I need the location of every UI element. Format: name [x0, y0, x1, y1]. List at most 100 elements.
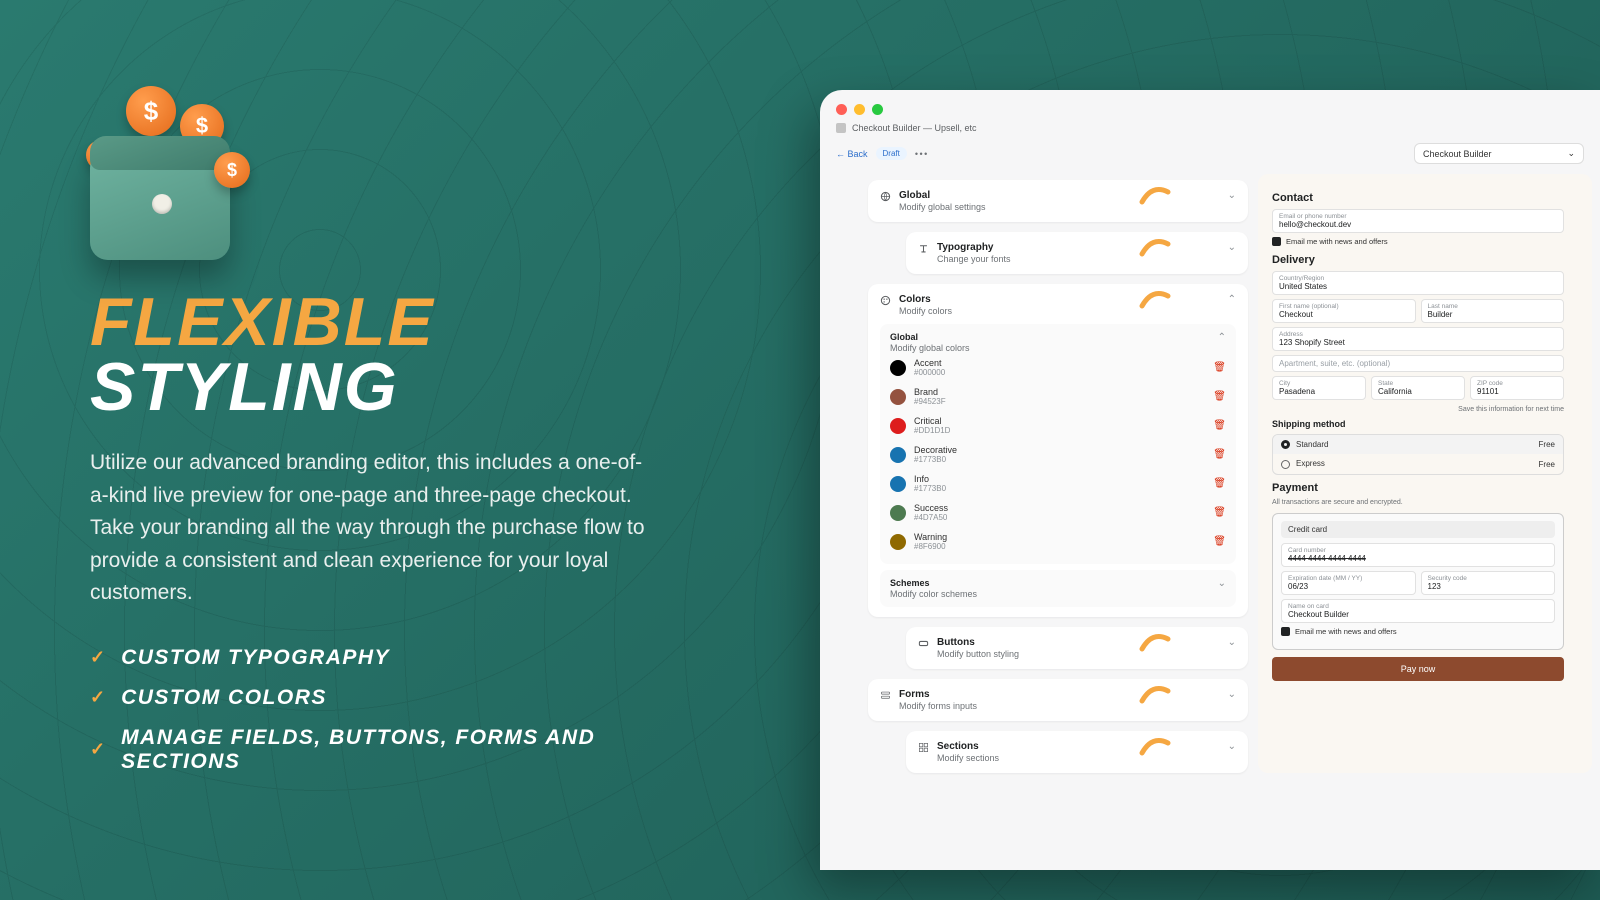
color-value: #1773B0 — [914, 484, 1205, 493]
color-swatch — [890, 418, 906, 434]
shipping-express[interactable]: ExpressFree — [1273, 454, 1563, 473]
card-number-field[interactable]: Card number4444 4444 4444 4444 — [1281, 543, 1555, 567]
country-field[interactable]: Country/RegionUnited States — [1272, 271, 1564, 295]
payment-method[interactable]: Credit card — [1281, 521, 1555, 538]
email-field[interactable]: Email or phone numberhello@checkout.dev — [1272, 209, 1564, 233]
annotation-arrow — [1138, 182, 1174, 210]
colors-global-group: GlobalModify global colors⌃ Accent#00000… — [880, 324, 1236, 564]
color-name: Accent — [914, 358, 1205, 368]
breadcrumb: Checkout Builder — Upsell, etc — [820, 123, 1600, 139]
color-row[interactable]: Warning#8F6900 🗑 — [890, 527, 1226, 556]
breadcrumb-text: Checkout Builder — Upsell, etc — [852, 123, 977, 133]
color-value: #1773B0 — [914, 455, 1205, 464]
delete-color-button[interactable]: 🗑 — [1213, 478, 1226, 489]
delete-color-button[interactable]: 🗑 — [1213, 420, 1226, 431]
delete-color-button[interactable]: 🗑 — [1213, 449, 1226, 460]
color-row[interactable]: Decorative#1773B0 🗑 — [890, 440, 1226, 469]
color-swatch — [890, 476, 906, 492]
color-row[interactable]: Accent#000000 🗑 — [890, 353, 1226, 382]
check-icon: ✓ — [90, 647, 105, 668]
address2-field[interactable]: Apartment, suite, etc. (optional) — [1272, 355, 1564, 372]
delivery-heading: Delivery — [1272, 254, 1564, 266]
contact-heading: Contact — [1272, 192, 1564, 204]
card-name-field[interactable]: Name on cardCheckout Builder — [1281, 599, 1555, 623]
annotation-arrow — [1138, 733, 1174, 761]
page-selector[interactable]: Checkout Builder⌄ — [1414, 143, 1584, 164]
color-name: Info — [914, 474, 1205, 484]
card-cvv-field[interactable]: Security code123 — [1421, 571, 1556, 595]
zip-field[interactable]: ZIP code91101 — [1470, 376, 1564, 400]
shipping-standard[interactable]: StandardFree — [1273, 435, 1563, 454]
description: Utilize our advanced branding editor, th… — [90, 447, 650, 610]
annotation-arrow — [1138, 629, 1174, 657]
color-name: Success — [914, 503, 1205, 513]
chevron-down-icon: ⌄ — [1228, 637, 1236, 648]
headline-b: Styling — [90, 355, 700, 420]
delete-color-button[interactable]: 🗑 — [1213, 536, 1226, 547]
zoom-dot[interactable] — [872, 104, 883, 115]
back-button[interactable]: ← Back — [836, 149, 868, 159]
app-icon — [836, 123, 846, 133]
feature-text: Custom Typography — [121, 646, 390, 670]
shipping-options: StandardFree ExpressFree — [1272, 434, 1564, 475]
colors-schemes-group[interactable]: SchemesModify color schemes⌄ — [880, 570, 1236, 607]
delete-color-button[interactable]: 🗑 — [1213, 362, 1226, 373]
editor-column: GlobalModify global settings⌄ Typography… — [868, 174, 1248, 773]
feature-list: ✓Custom Typography ✓Custom Colors ✓Manag… — [90, 646, 700, 774]
headline: Flexible Styling — [90, 290, 700, 419]
color-swatch — [890, 505, 906, 521]
shipping-heading: Shipping method — [1272, 419, 1564, 429]
chevron-up-icon: ⌃ — [1228, 294, 1236, 305]
color-row[interactable]: Info#1773B0 🗑 — [890, 469, 1226, 498]
chevron-down-icon: ⌄ — [1228, 741, 1236, 752]
first-name-field[interactable]: First name (optional)Checkout — [1272, 299, 1416, 323]
card-forms[interactable]: FormsModify forms inputs⌄ — [868, 679, 1248, 721]
payment-box: Credit card Card number4444 4444 4444 44… — [1272, 513, 1564, 650]
color-name: Warning — [914, 532, 1205, 542]
check-icon: ✓ — [90, 739, 105, 760]
app-window: Checkout Builder — Upsell, etc ← Back Dr… — [820, 90, 1600, 870]
radio-on-icon — [1281, 440, 1290, 449]
color-row[interactable]: Success#4D7A50 🗑 — [890, 498, 1226, 527]
annotation-arrow — [1138, 286, 1174, 314]
delete-color-button[interactable]: 🗑 — [1213, 391, 1226, 402]
headline-a: Flexible — [90, 290, 700, 355]
card-exp-field[interactable]: Expiration date (MM / YY)06/23 — [1281, 571, 1416, 595]
annotation-arrow — [1138, 681, 1174, 709]
delete-color-button[interactable]: 🗑 — [1213, 507, 1226, 518]
payment-heading: Payment — [1272, 482, 1564, 494]
wallet-illustration: $ $ $ $ — [90, 90, 260, 260]
typography-icon — [918, 243, 929, 254]
color-row[interactable]: Critical#DD1D1D 🗑 — [890, 411, 1226, 440]
feature-text: Manage Fields, Buttons, Forms and Sectio… — [121, 726, 700, 774]
toolbar: ← Back Draft ••• Checkout Builder⌄ — [820, 139, 1600, 174]
pay-now-button[interactable]: Pay now — [1272, 657, 1564, 681]
card-typography[interactable]: TypographyChange your fonts⌄ — [906, 232, 1248, 274]
more-menu[interactable]: ••• — [915, 149, 929, 159]
payment-news-checkbox[interactable]: Email me with news and offers — [1281, 627, 1555, 636]
color-row[interactable]: Brand#94523F 🗑 — [890, 382, 1226, 411]
save-info-note: Save this information for next time — [1272, 406, 1564, 413]
address-field[interactable]: Address123 Shopify Street — [1272, 327, 1564, 351]
chevron-up-icon[interactable]: ⌃ — [1218, 332, 1226, 353]
card-buttons[interactable]: ButtonsModify button styling⌄ — [906, 627, 1248, 669]
state-field[interactable]: StateCalifornia — [1371, 376, 1465, 400]
card-sections[interactable]: SectionsModify sections⌄ — [906, 731, 1248, 773]
newsletter-checkbox[interactable]: Email me with news and offers — [1272, 237, 1564, 246]
minimize-dot[interactable] — [854, 104, 865, 115]
color-value: #4D7A50 — [914, 513, 1205, 522]
chevron-down-icon: ⌄ — [1567, 148, 1575, 159]
card-colors[interactable]: ColorsModify colors⌃ GlobalModify global… — [868, 284, 1248, 617]
marketing-panel: $ $ $ $ Flexible Styling Utilize our adv… — [0, 0, 700, 900]
last-name-field[interactable]: Last nameBuilder — [1421, 299, 1565, 323]
color-value: #94523F — [914, 397, 1205, 406]
globe-icon — [880, 191, 891, 202]
color-name: Decorative — [914, 445, 1205, 455]
card-global[interactable]: GlobalModify global settings⌄ — [868, 180, 1248, 222]
chevron-down-icon: ⌄ — [1228, 689, 1236, 700]
palette-icon — [880, 295, 891, 306]
check-icon: ✓ — [90, 687, 105, 708]
city-field[interactable]: CityPasadena — [1272, 376, 1366, 400]
close-dot[interactable] — [836, 104, 847, 115]
color-swatch — [890, 389, 906, 405]
